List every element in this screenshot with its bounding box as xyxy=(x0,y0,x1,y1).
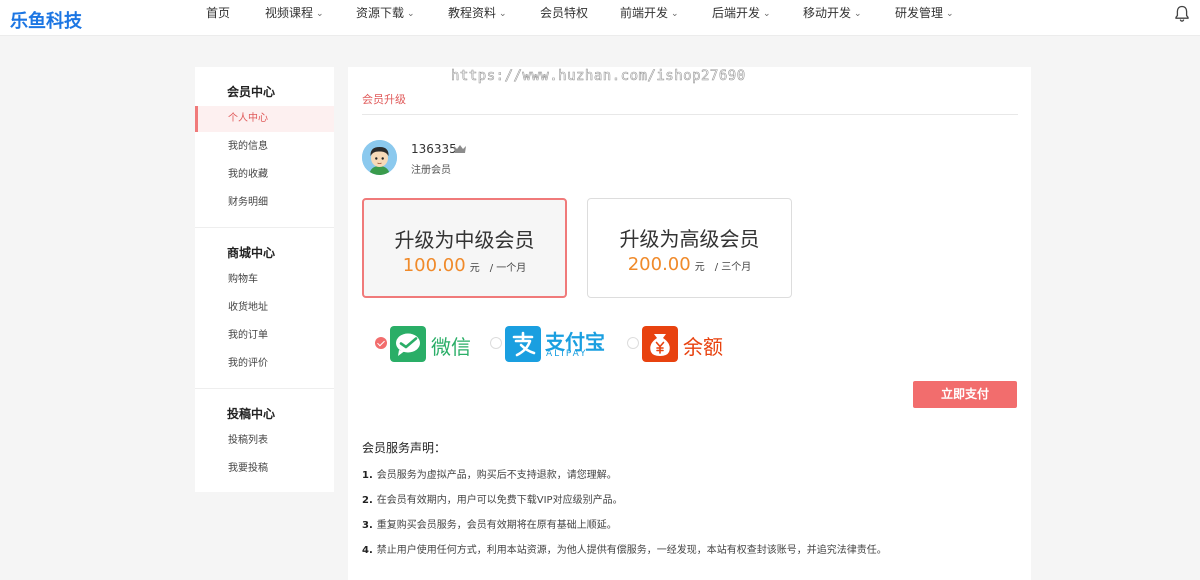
payment-sublabel: ALIPAY xyxy=(546,349,588,359)
sidebar-item-finance[interactable]: 财务明细 xyxy=(195,190,334,216)
main-panel: https://www.huzhan.com/ishop27690 会员升级 1… xyxy=(348,67,1031,580)
notice-item-number: 2. xyxy=(362,495,373,506)
notice-item-text: 在会员有效期内，用户可以免费下载VIP对应级别产品。 xyxy=(376,495,623,506)
notice-item: 2. 在会员有效期内，用户可以免费下载VIP对应级别产品。 xyxy=(362,491,623,506)
sidebar-item-submit[interactable]: 我要投稿 xyxy=(195,456,334,482)
plan-price: 200.00 xyxy=(627,254,691,275)
nav-item-vip-privileges[interactable]: 会员特权 xyxy=(540,4,588,21)
top-navbar: 乐鱼科技 首页 视频课程 ⌄ 资源下载 ⌄ 教程资料 ⌄ 会员特权 前端开发 ⌄ 后端开… xyxy=(0,0,1200,36)
notice-item-text: 重复购买会员服务，会员有效期将在原有基础上顺延。 xyxy=(376,520,617,531)
payment-radio[interactable] xyxy=(490,337,502,349)
sidebar-group-title: 商城中心 xyxy=(227,246,276,260)
sidebar-divider xyxy=(195,227,334,228)
payment-radio[interactable] xyxy=(375,337,387,349)
watermark: https://www.huzhan.com/ishop27690 xyxy=(451,68,746,85)
nav-item-label: 后端开发 xyxy=(712,6,761,20)
plan-price: 100.00 xyxy=(402,255,466,276)
nav-item-label: 首页 xyxy=(206,6,231,20)
title-divider xyxy=(362,114,1018,115)
nav-item-home[interactable]: 首页 xyxy=(206,4,230,21)
username: 136335 xyxy=(411,142,457,156)
sidebar-item-cart[interactable]: 购物车 xyxy=(195,267,334,293)
notice-title: 会员服务声明： xyxy=(362,441,447,455)
nav-item-label: 会员特权 xyxy=(540,6,589,20)
nav-item-frontend[interactable]: 前端开发 ⌄ xyxy=(620,4,679,21)
nav-item-label: 研发管理 xyxy=(895,6,944,20)
brand-logo[interactable]: 乐鱼科技 xyxy=(10,7,82,33)
crown-icon xyxy=(454,145,466,153)
payment-option-wechat[interactable]: 微信 xyxy=(375,326,495,362)
sidebar-item-reviews[interactable]: 我的评价 xyxy=(195,351,334,377)
payment-label: 余额 xyxy=(683,335,723,359)
nav-item-backend[interactable]: 后端开发 ⌄ xyxy=(712,4,771,21)
nav-item-mobile[interactable]: 移动开发 ⌄ xyxy=(803,4,862,21)
sidebar-group-title: 会员中心 xyxy=(227,85,276,99)
nav-item-label: 移动开发 xyxy=(803,6,852,20)
sidebar-item-orders[interactable]: 我的订单 xyxy=(195,323,334,349)
notice-item-number: 4. xyxy=(362,545,373,556)
payment-option-alipay[interactable]: 支付宝 ALIPAY xyxy=(490,326,620,362)
notice-item-number: 3. xyxy=(362,520,373,531)
alipay-icon xyxy=(505,326,541,362)
nav-item-label: 前端开发 xyxy=(620,6,669,20)
plan-unit: 元 xyxy=(694,262,705,273)
nav-item-rd-management[interactable]: 研发管理 ⌄ xyxy=(895,4,954,21)
payment-label: 微信 xyxy=(431,335,471,359)
sidebar: 会员中心 个人中心 我的信息 我的收藏 财务明细 商城中心 购物车 收货地址 我… xyxy=(195,67,334,492)
balance-icon xyxy=(642,326,678,362)
plan-name: 升级为高级会员 xyxy=(619,227,760,251)
notice-item-number: 1. xyxy=(362,470,373,481)
plan-price-row: 200.00 元 / 三个月 xyxy=(588,254,791,275)
sidebar-item-address[interactable]: 收货地址 xyxy=(195,295,334,321)
page-title: 会员升级 xyxy=(362,93,406,106)
sidebar-group-title: 投稿中心 xyxy=(227,407,276,421)
member-type: 注册会员 xyxy=(411,165,451,176)
plan-unit: 元 xyxy=(469,263,480,274)
plan-card-intermediate[interactable]: 升级为中级会员 100.00 元 / 一个月 xyxy=(362,198,567,298)
pay-now-button[interactable]: 立即支付 xyxy=(913,381,1017,408)
chevron-down-icon: ⌄ xyxy=(946,9,954,19)
notice-item: 4. 禁止用户使用任何方式，利用本站资源，为他人提供有偿服务，一经发现，本站有权查… xyxy=(362,541,887,556)
plan-name: 升级为中级会员 xyxy=(394,228,535,252)
sidebar-item-favorites[interactable]: 我的收藏 xyxy=(195,162,334,188)
wechat-pay-icon xyxy=(390,326,426,362)
sidebar-divider xyxy=(195,388,334,389)
chevron-down-icon: ⌄ xyxy=(499,9,507,19)
bell-icon[interactable] xyxy=(1174,5,1190,23)
avatar xyxy=(362,140,397,175)
chevron-down-icon: ⌄ xyxy=(763,9,771,19)
notice-item-text: 会员服务为虚拟产品，购买后不支持退款，请您理解。 xyxy=(376,470,617,481)
chevron-down-icon: ⌄ xyxy=(854,9,862,19)
avatar-image xyxy=(362,140,397,175)
plan-card-senior[interactable]: 升级为高级会员 200.00 元 / 三个月 xyxy=(587,198,792,298)
plan-period: / 三个月 xyxy=(714,262,752,273)
nav-item-label: 视频课程 xyxy=(265,6,314,20)
chevron-down-icon: ⌄ xyxy=(671,9,679,19)
payment-radio[interactable] xyxy=(627,337,639,349)
notice-item: 1. 会员服务为虚拟产品，购买后不支持退款，请您理解。 xyxy=(362,466,617,481)
nav-item-label: 教程资料 xyxy=(448,6,497,20)
plan-price-row: 100.00 元 / 一个月 xyxy=(364,255,565,276)
nav-item-tutorials[interactable]: 教程资料 ⌄ xyxy=(448,4,507,21)
chevron-down-icon: ⌄ xyxy=(316,9,324,19)
chevron-down-icon: ⌄ xyxy=(407,9,415,19)
nav-item-label: 资源下载 xyxy=(356,6,405,20)
sidebar-item-submissions[interactable]: 投稿列表 xyxy=(195,428,334,454)
sidebar-item-personal-center[interactable]: 个人中心 xyxy=(195,106,334,132)
notice-item-text: 禁止用户使用任何方式，利用本站资源，为他人提供有偿服务，一经发现，本站有权查封该… xyxy=(376,545,887,556)
sidebar-item-my-info[interactable]: 我的信息 xyxy=(195,134,334,160)
notice-item: 3. 重复购买会员服务，会员有效期将在原有基础上顺延。 xyxy=(362,516,617,531)
plan-period: / 一个月 xyxy=(489,263,527,274)
nav-item-resource-download[interactable]: 资源下载 ⌄ xyxy=(356,4,415,21)
payment-option-balance[interactable]: 余额 xyxy=(627,326,737,362)
nav-item-video-courses[interactable]: 视频课程 ⌄ xyxy=(265,4,324,21)
